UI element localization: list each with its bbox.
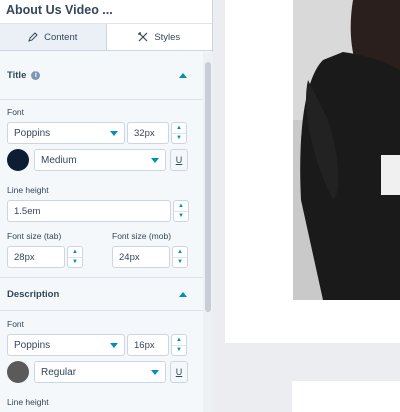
title-font-size-value: 32px <box>134 127 155 139</box>
pencil-icon <box>28 32 38 42</box>
title-line-height-label: Line height <box>7 185 49 195</box>
title-size-tab-value: 28px <box>14 251 35 263</box>
chevron-down-icon <box>151 369 159 375</box>
title-font-weight-select[interactable]: Medium <box>34 149 166 171</box>
description-font-weight-value: Regular <box>41 366 77 378</box>
scrollbar-thumb[interactable] <box>205 62 211 312</box>
collapse-chevron-icon[interactable] <box>179 73 187 78</box>
description-font-size-stepper[interactable]: ▲ ▼ <box>171 334 187 356</box>
tab-content[interactable]: Content <box>0 24 107 50</box>
person-photo <box>293 0 400 300</box>
chevron-down-icon <box>151 157 159 163</box>
title-size-mob-stepper[interactable]: ▲ ▼ <box>172 246 188 268</box>
title-size-tab-input[interactable]: 28px <box>7 246 65 268</box>
description-font-label: Font <box>7 319 25 329</box>
panel-tabs: Content Styles <box>0 24 212 51</box>
title-size-tab-label: Font size (tab) <box>7 231 62 241</box>
description-underline-button[interactable]: U <box>170 361 188 383</box>
panel-scroll-area[interactable]: Title i Font Poppins 32px ▲ ▼ Medium U Li… <box>0 52 203 412</box>
title-line-height-input[interactable]: 1.5em <box>7 200 171 222</box>
description-color-swatch[interactable] <box>7 361 29 383</box>
person-photo-illustration <box>293 0 400 300</box>
title-line-height-stepper[interactable]: ▲ ▼ <box>173 200 189 222</box>
description-section-header[interactable]: Description <box>0 277 203 311</box>
title-color-swatch[interactable] <box>7 149 29 171</box>
description-line-height-label: Line height <box>7 397 49 407</box>
panel-header: About Us Video ... <box>0 0 212 24</box>
tab-content-label: Content <box>44 31 78 43</box>
tab-styles[interactable]: Styles <box>106 24 212 50</box>
title-size-mob-input[interactable]: 24px <box>112 246 170 268</box>
collapse-chevron-icon[interactable] <box>179 291 187 297</box>
panel-scrollbar[interactable] <box>203 52 213 412</box>
chevron-down-icon <box>110 130 118 136</box>
brush-icon <box>138 32 148 42</box>
title-font-weight-value: Medium <box>41 154 77 166</box>
title-section-body: Font Poppins 32px ▲ ▼ Medium U Line heigh… <box>0 107 203 268</box>
title-section-label: Title <box>7 70 27 81</box>
description-font-weight-select[interactable]: Regular <box>34 361 166 383</box>
module-title: About Us Video ... <box>6 3 113 17</box>
info-icon[interactable]: i <box>31 71 41 80</box>
description-font-size-value: 16px <box>134 339 155 351</box>
title-font-size-input[interactable]: 32px <box>127 122 169 144</box>
title-size-mob-label: Font size (mob) <box>112 231 172 241</box>
description-font-size-input[interactable]: 16px <box>127 334 169 356</box>
title-size-tab-stepper[interactable]: ▲ ▼ <box>67 246 83 268</box>
tab-styles-label: Styles <box>154 31 181 43</box>
title-font-family-value: Poppins <box>14 127 51 139</box>
title-font-label: Font <box>7 107 25 117</box>
title-font-size-stepper[interactable]: ▲ ▼ <box>171 122 187 144</box>
description-font-family-value: Poppins <box>14 339 51 351</box>
description-section-label: Description <box>7 288 60 300</box>
chevron-down-icon <box>110 342 118 348</box>
title-font-family-select[interactable]: Poppins <box>7 122 125 144</box>
description-section-body: Font Poppins 16px ▲ ▼ Regular U Line heig… <box>0 319 203 407</box>
footer-card <box>292 381 400 412</box>
title-section-header[interactable]: Title i <box>0 52 203 100</box>
title-line-height-value: 1.5em <box>14 205 41 217</box>
title-underline-button[interactable]: U <box>170 149 188 171</box>
page-preview <box>225 0 400 343</box>
description-font-family-select[interactable]: Poppins <box>7 334 125 356</box>
title-size-mob-value: 24px <box>119 251 140 263</box>
